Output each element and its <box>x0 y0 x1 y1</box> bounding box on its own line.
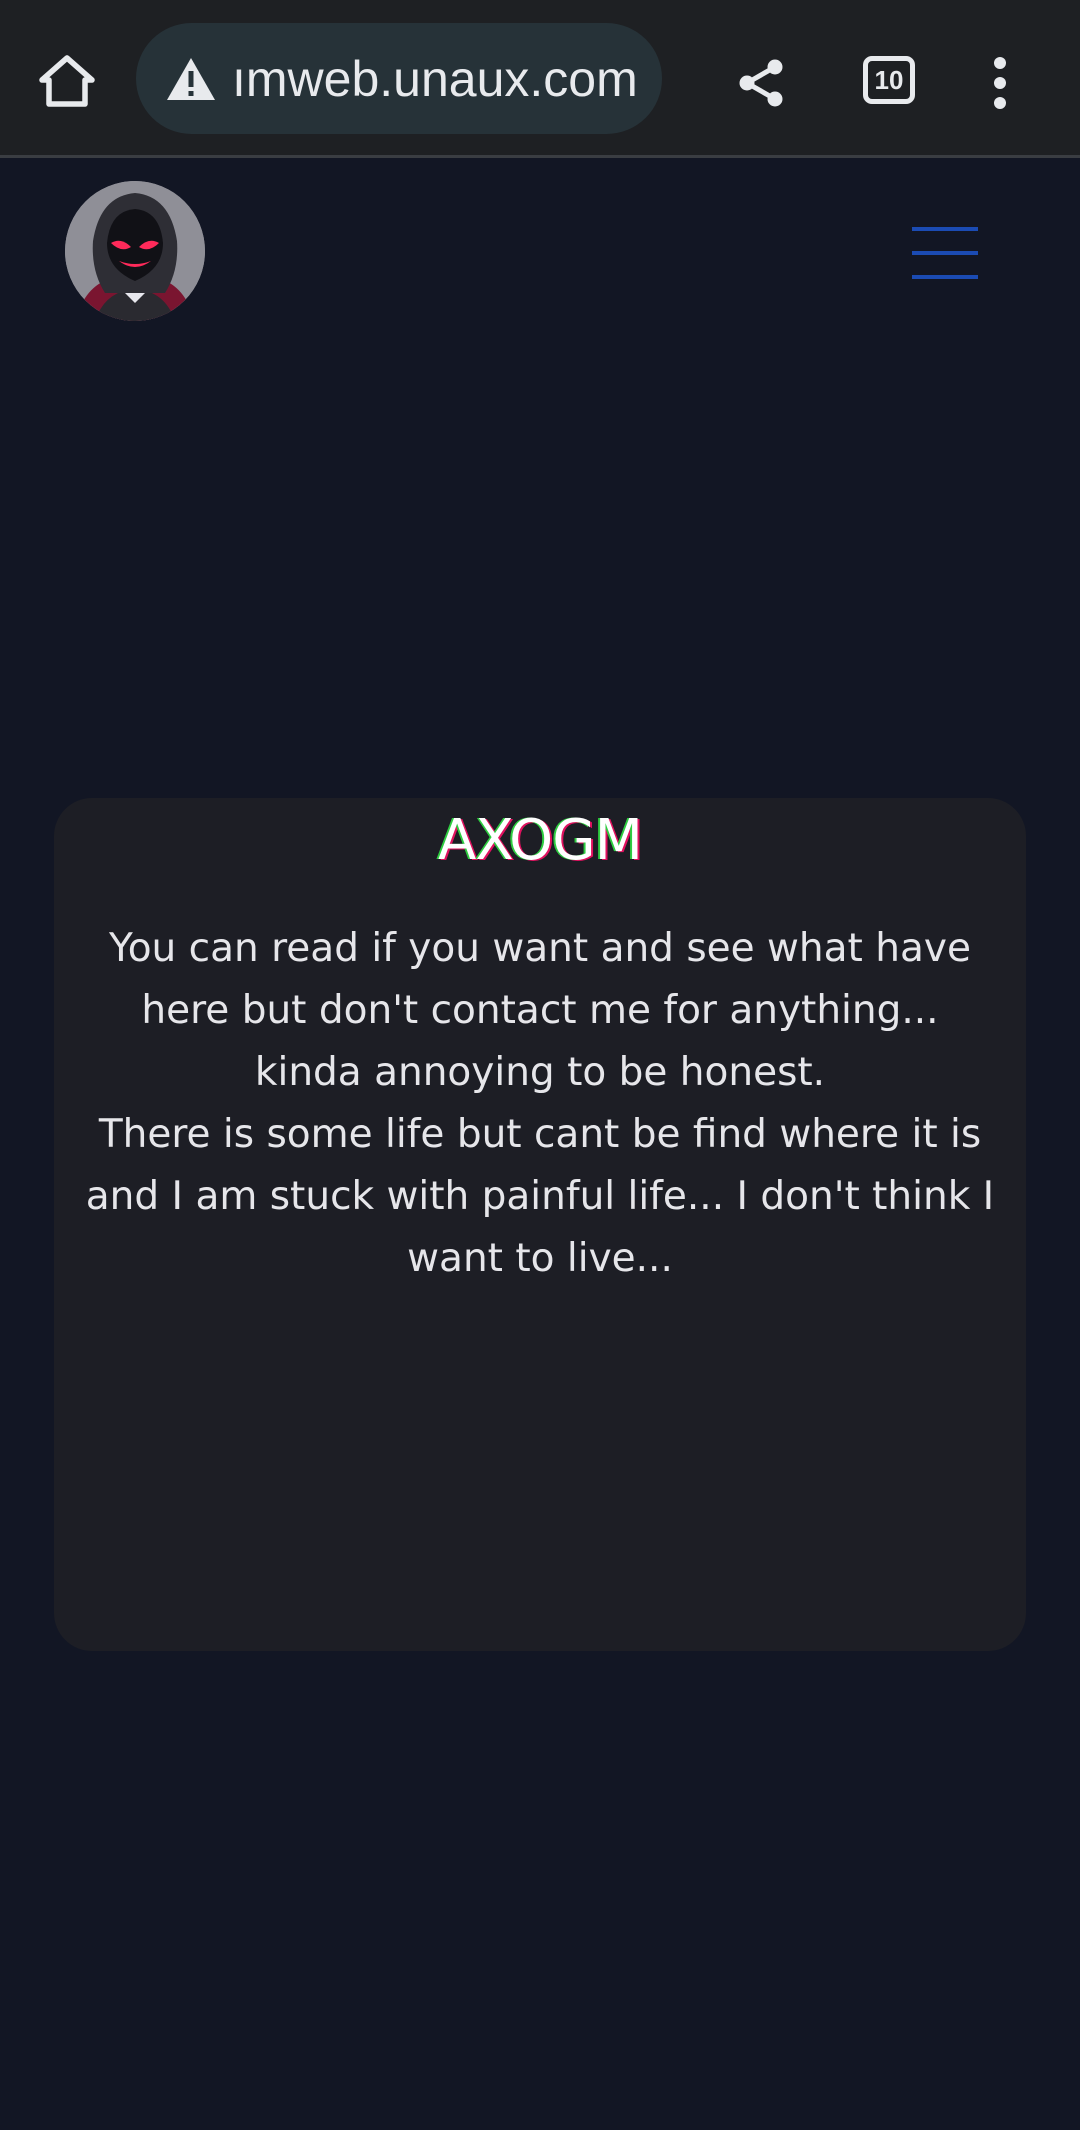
card-paragraph: You can read if you want and see what ha… <box>109 926 971 1095</box>
home-icon <box>39 55 95 107</box>
hamburger-line <box>912 251 978 255</box>
hamburger-menu-button[interactable] <box>912 227 978 279</box>
address-bar[interactable]: ımweb.unaux.com <box>136 23 662 134</box>
more-menu-button[interactable] <box>980 46 1020 120</box>
share-icon <box>739 59 783 107</box>
url-text: ımweb.unaux.com <box>232 50 638 107</box>
tab-count: 10 <box>863 56 915 104</box>
hamburger-line <box>912 275 978 279</box>
hooded-avatar-icon <box>65 181 205 321</box>
card-paragraph: There is some life but cant be find wher… <box>85 1112 995 1281</box>
intro-card: AXOGM You can read if you want and see w… <box>54 798 1026 1651</box>
share-button[interactable] <box>724 46 798 120</box>
web-page: AXOGM You can read if you want and see w… <box>0 161 1080 2130</box>
browser-toolbar: ımweb.unaux.com 10 <box>0 0 1080 158</box>
hamburger-line <box>912 227 978 231</box>
tab-switcher-button[interactable]: 10 <box>856 50 922 110</box>
card-body: You can read if you want and see what ha… <box>84 918 996 1290</box>
warning-icon[interactable] <box>164 52 218 106</box>
card-title: AXOGM <box>438 808 643 873</box>
home-button[interactable] <box>30 44 104 118</box>
avatar[interactable] <box>65 181 205 321</box>
more-vert-icon <box>994 57 1006 109</box>
